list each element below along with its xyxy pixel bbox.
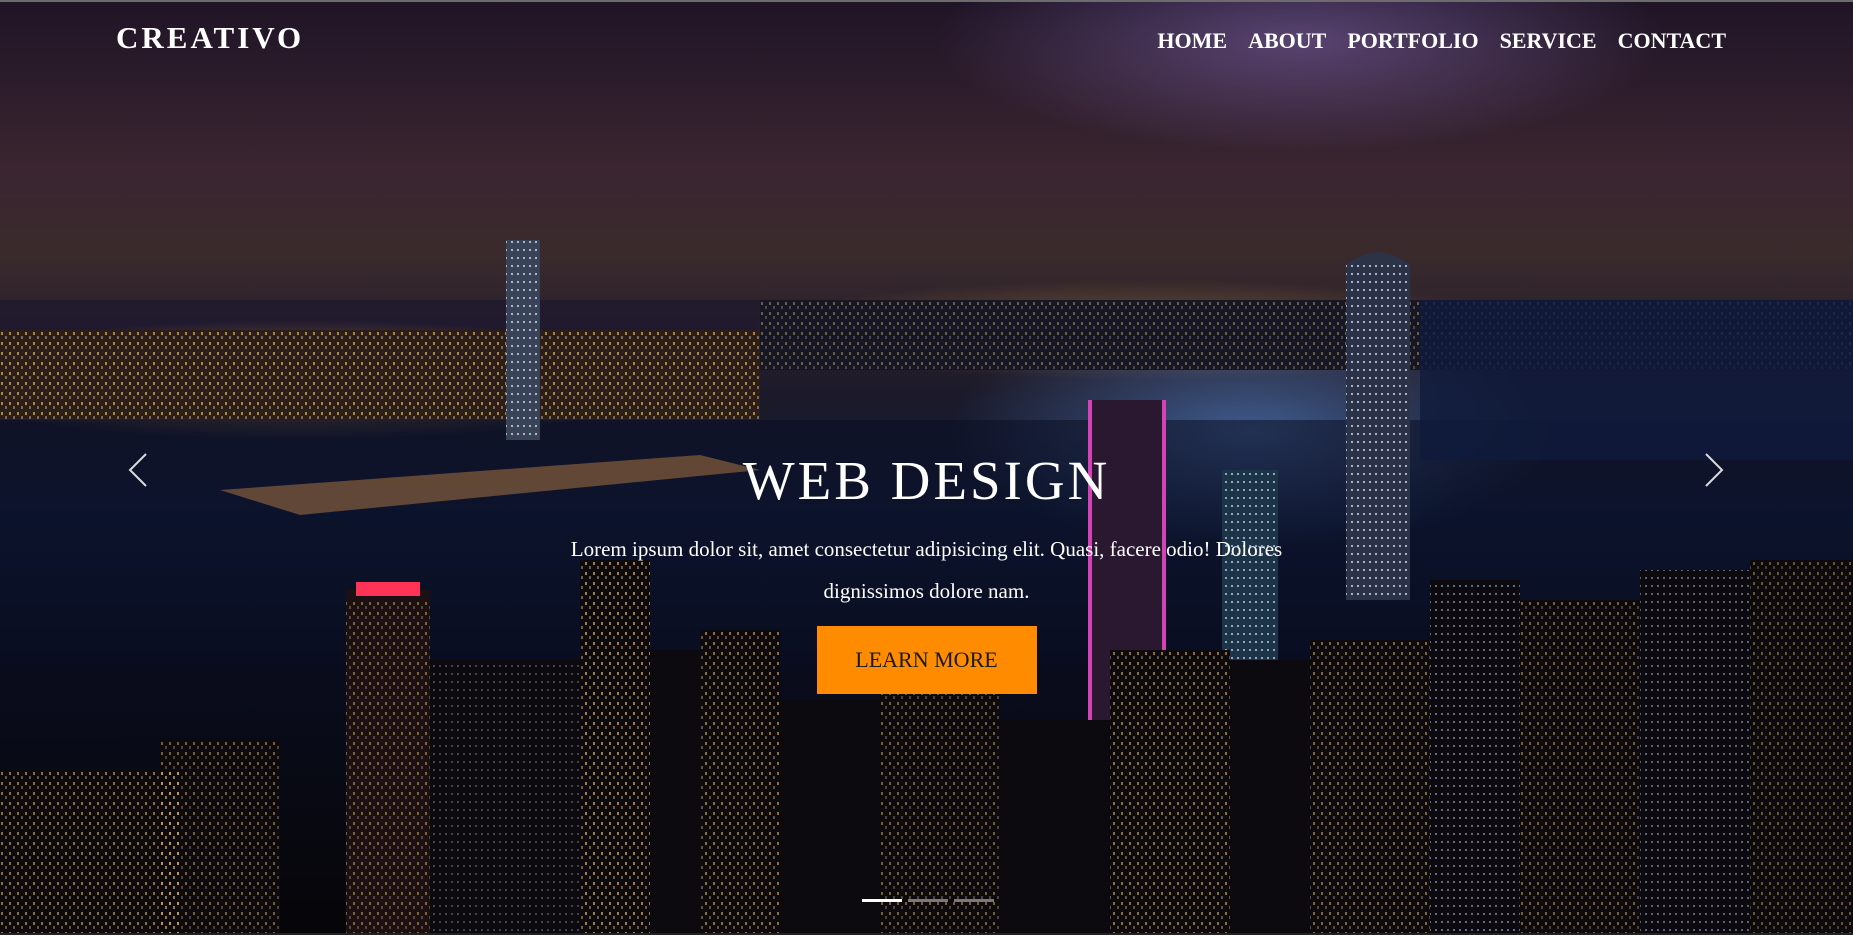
nav-item-home[interactable]: HOME <box>1157 28 1227 54</box>
hero-caption: WEB DESIGN Lorem ipsum dolor sit, amet c… <box>0 450 1853 694</box>
nav-item-contact[interactable]: CONTACT <box>1618 28 1726 54</box>
navbar: CREATIVO HOME ABOUT PORTFOLIO SERVICE CO… <box>0 0 1853 85</box>
hero-description: Lorem ipsum dolor sit, amet consectetur … <box>570 537 1283 603</box>
carousel-indicator-3[interactable] <box>954 899 994 902</box>
carousel-indicator-2[interactable] <box>908 899 948 902</box>
nav-item-service[interactable]: SERVICE <box>1500 28 1597 54</box>
learn-more-button[interactable]: LEARN MORE <box>816 626 1037 694</box>
nav-item-portfolio[interactable]: PORTFOLIO <box>1347 28 1478 54</box>
carousel-indicators <box>862 899 994 902</box>
hero-title: WEB DESIGN <box>742 450 1111 511</box>
main-nav: HOME ABOUT PORTFOLIO SERVICE CONTACT <box>1157 28 1726 54</box>
carousel-indicator-1[interactable] <box>862 899 902 902</box>
nav-item-about[interactable]: ABOUT <box>1248 28 1326 54</box>
brand-logo[interactable]: CREATIVO <box>116 20 304 56</box>
